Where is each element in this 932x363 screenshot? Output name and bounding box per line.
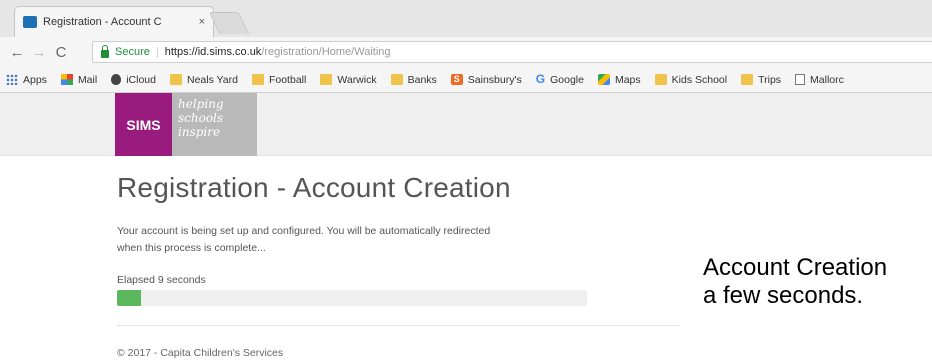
bookmark-label: iCloud	[126, 73, 156, 86]
bookmark-label: Mallorc	[810, 73, 844, 86]
bookmark-label: Sainsbury's	[467, 73, 522, 86]
bookmark-banks[interactable]: Banks	[390, 73, 437, 86]
bookmark-mail[interactable]: Mail	[60, 73, 98, 86]
url-path: /registration/Home/Waiting	[261, 46, 391, 58]
lock-icon	[101, 44, 109, 58]
folder-icon	[169, 74, 182, 85]
bookmark-sainsburys[interactable]: S Sainsbury's	[450, 73, 522, 86]
tab-title: Registration - Account C	[43, 16, 162, 28]
bookmark-mallorca[interactable]: Mallorc	[795, 74, 844, 86]
bookmark-label: Warwick	[337, 73, 377, 86]
bookmark-label: Neals Yard	[186, 73, 238, 86]
url-separator: |	[155, 46, 159, 58]
bookmark-trips[interactable]: Trips	[741, 74, 781, 86]
page-title: Registration - Account Creation	[117, 172, 511, 203]
folder-icon	[320, 74, 333, 85]
footer-copyright: © 2017 - Capita Children's Services	[117, 347, 284, 359]
status-message: Your account is being set up and configu…	[117, 223, 597, 257]
bookmark-label: Maps	[614, 73, 641, 86]
google-icon: G	[535, 72, 546, 86]
folder-icon	[390, 74, 403, 85]
status-message-line: when this process is complete...	[117, 242, 266, 254]
bookmark-google[interactable]: G Google	[535, 72, 584, 86]
apple-icon	[111, 74, 122, 85]
progress-bar	[117, 290, 587, 306]
logo-tagline: helping schools inspire	[172, 93, 257, 156]
status-message-line: Your account is being set up and configu…	[117, 225, 491, 237]
bookmark-kids-school[interactable]: Kids School	[654, 73, 728, 86]
reload-icon[interactable]: C	[50, 44, 72, 61]
bookmark-label: Trips	[758, 73, 782, 86]
url-host: https://id.sims.co.uk	[164, 46, 262, 58]
bookmarks-bar: Apps Mail iCloud Neals Yard Football War…	[0, 67, 932, 93]
footer-divider	[117, 325, 680, 326]
bookmark-warwick[interactable]: Warwick	[320, 73, 377, 86]
new-tab-button[interactable]	[208, 12, 250, 34]
logo-tagline-line: schools	[178, 111, 224, 125]
sims-favicon-icon	[23, 16, 37, 28]
bookmark-label: Apps	[23, 73, 47, 86]
sainsburys-icon: S	[450, 74, 463, 85]
bookmark-icloud[interactable]: iCloud	[111, 74, 156, 86]
site-header: SIMS helping schools inspire	[0, 93, 932, 156]
address-bar[interactable]: Secure | https://id.sims.co.uk /registra…	[92, 41, 932, 63]
logo-tagline-line: helping	[178, 97, 224, 111]
bookmark-label: Banks	[407, 73, 437, 86]
logo-tagline-line: inspire	[178, 125, 221, 139]
maps-icon	[597, 74, 610, 85]
elapsed-time: Elapsed 9 seconds	[117, 274, 206, 286]
bookmark-label: Mail	[77, 73, 98, 86]
browser-tab-registration[interactable]: Registration - Account C ×	[14, 6, 214, 37]
browser-toolbar: ← → C Secure | https://id.sims.co.uk /re…	[0, 37, 932, 67]
forward-arrow-icon[interactable]: →	[28, 44, 50, 61]
caption-line: a few seconds.	[703, 282, 864, 309]
bookmark-maps[interactable]: Maps	[597, 73, 641, 86]
apps-grid-icon	[6, 74, 18, 85]
caption-annotation: Account Creation a few seconds.	[703, 254, 932, 310]
folder-icon	[654, 74, 667, 85]
browser-tab-strip: Registration - Account C ×	[0, 0, 932, 37]
secure-label: Secure	[115, 46, 150, 58]
bookmark-label: Google	[550, 73, 584, 86]
bookmark-label: Kids School	[671, 73, 728, 86]
bookmark-football[interactable]: Football	[251, 73, 307, 86]
tab-close-icon[interactable]: ×	[199, 16, 205, 28]
progress-bar-fill	[117, 290, 141, 306]
sims-logo[interactable]: SIMS helping schools inspire	[115, 93, 257, 156]
folder-icon	[251, 74, 264, 85]
bookmark-neals-yard[interactable]: Neals Yard	[169, 73, 238, 86]
logo-brand: SIMS	[115, 93, 172, 156]
back-arrow-icon[interactable]: ←	[6, 44, 28, 61]
bookmark-apps[interactable]: Apps	[6, 74, 47, 86]
page-icon	[795, 74, 806, 85]
caption-line: Account Creation	[703, 254, 888, 281]
folder-icon	[741, 74, 754, 85]
mail-icon	[60, 74, 73, 85]
bookmark-label: Football	[268, 73, 307, 86]
